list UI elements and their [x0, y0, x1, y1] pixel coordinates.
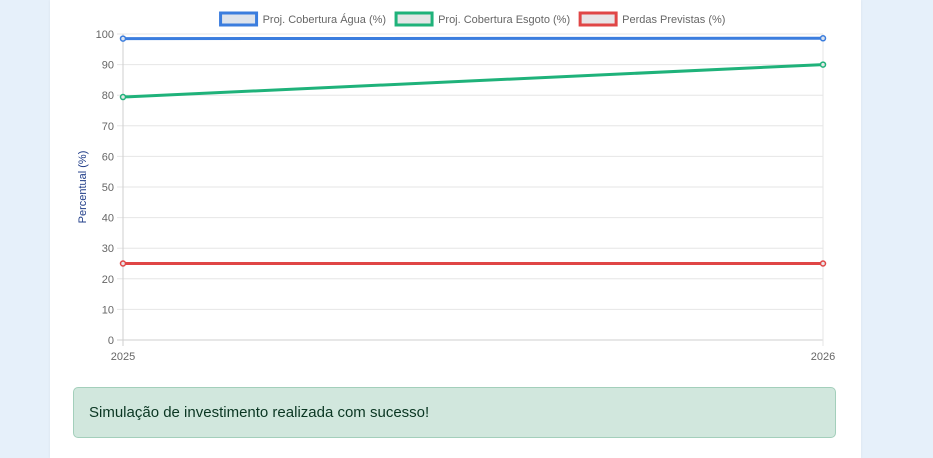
y-tick-label: 30: [102, 243, 114, 255]
legend-label-0: Proj. Cobertura Água (%): [263, 13, 387, 26]
y-tick-label: 50: [102, 182, 114, 194]
legend-swatch-0: [219, 11, 259, 27]
success-alert: Simulação de investimento realizada com …: [73, 387, 836, 438]
y-axis-title: Percentual (%): [77, 151, 89, 224]
y-tick-label: 100: [96, 29, 114, 41]
legend-swatch-1: [394, 11, 434, 27]
legend-label-2: Perdas Previstas (%): [622, 14, 725, 26]
series-line-1: [122, 63, 824, 99]
projection-line-chart: 0 10 20 30 40 50 60 70 80 90 100 2025 2026 Percentual…: [77, 11, 835, 363]
legend-swatch-2: [578, 11, 618, 27]
x-tick-label: 2025: [111, 351, 135, 363]
y-tick-label: 90: [102, 60, 114, 72]
legend-label-1: Proj. Cobertura Esgoto (%): [438, 14, 570, 26]
y-tick-label: 80: [102, 90, 114, 102]
y-tick-label: 20: [102, 274, 114, 286]
y-tick-label: 70: [102, 121, 114, 133]
series-point-1: [819, 61, 827, 68]
y-tick-label: 0: [108, 335, 114, 347]
x-tick-label: 2026: [811, 351, 835, 363]
series-point-2: [819, 260, 827, 267]
y-tick-label: 40: [102, 213, 114, 225]
series-point-0: [119, 35, 127, 42]
series-point-1: [119, 93, 127, 101]
y-tick-label: 60: [102, 151, 114, 163]
series-point-0: [819, 35, 827, 42]
series-point-2: [119, 260, 127, 267]
success-alert-message: Simulação de investimento realizada com …: [89, 404, 430, 421]
y-tick-label: 10: [102, 304, 114, 316]
